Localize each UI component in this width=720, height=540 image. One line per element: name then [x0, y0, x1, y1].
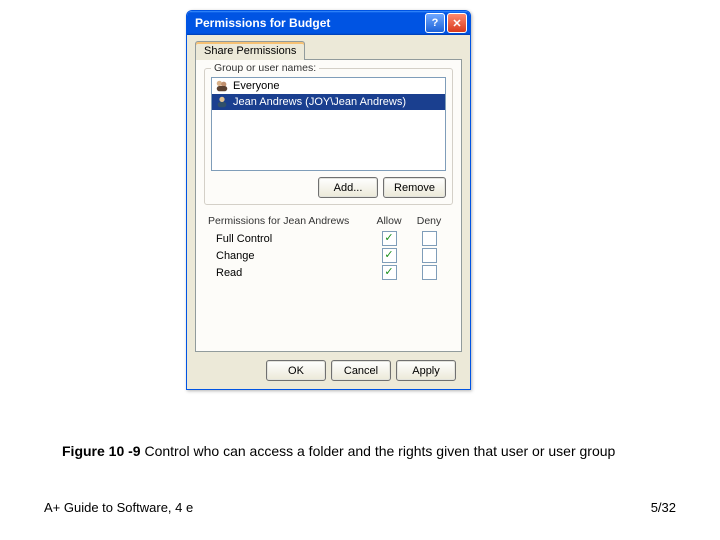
tab-panel: Group or user names: Everyone Jean Andre…	[195, 59, 462, 352]
group-icon	[215, 79, 229, 93]
permissions-dialog: Permissions for Budget ? ✕ Share Permiss…	[186, 10, 471, 390]
permission-name: Full Control	[208, 233, 369, 245]
permissions-for-label: Permissions for Jean Andrews	[208, 215, 369, 227]
titlebar[interactable]: Permissions for Budget ? ✕	[187, 11, 470, 35]
group-user-names-label: Group or user names:	[211, 62, 319, 74]
permission-row: Full Control ✓	[204, 230, 453, 247]
help-button[interactable]: ?	[425, 13, 445, 33]
allow-checkbox[interactable]: ✓	[382, 231, 397, 246]
figure-caption: Figure 10 -9 Control who can access a fo…	[62, 442, 644, 460]
permission-name: Read	[208, 267, 369, 279]
ok-button[interactable]: OK	[266, 360, 326, 381]
allow-checkbox[interactable]: ✓	[382, 248, 397, 263]
remove-button[interactable]: Remove	[383, 177, 446, 198]
permission-row: Read ✓	[204, 264, 453, 281]
col-allow-label: Allow	[369, 215, 409, 227]
deny-checkbox[interactable]	[422, 231, 437, 246]
permission-row: Change ✓	[204, 247, 453, 264]
close-button[interactable]: ✕	[447, 13, 467, 33]
permissions-header: Permissions for Jean Andrews Allow Deny	[204, 213, 453, 230]
allow-checkbox[interactable]: ✓	[382, 265, 397, 280]
user-icon	[215, 95, 229, 109]
figure-text: Control who can access a folder and the …	[141, 443, 616, 459]
add-button[interactable]: Add...	[318, 177, 378, 198]
deny-checkbox[interactable]	[422, 248, 437, 263]
col-deny-label: Deny	[409, 215, 449, 227]
list-item[interactable]: Everyone	[212, 78, 445, 94]
footer-book-title: A+ Guide to Software, 4 e	[44, 500, 193, 515]
permission-name: Change	[208, 250, 369, 262]
apply-button[interactable]: Apply	[396, 360, 456, 381]
deny-checkbox[interactable]	[422, 265, 437, 280]
cancel-button[interactable]: Cancel	[331, 360, 391, 381]
group-user-names-box: Group or user names: Everyone Jean Andre…	[204, 68, 453, 205]
list-item-label: Jean Andrews (JOY\Jean Andrews)	[233, 96, 406, 108]
tab-share-permissions[interactable]: Share Permissions	[195, 41, 305, 60]
list-item[interactable]: Jean Andrews (JOY\Jean Andrews)	[212, 94, 445, 110]
window-title: Permissions for Budget	[195, 16, 423, 30]
figure-number: Figure 10 -9	[62, 443, 141, 459]
user-listbox[interactable]: Everyone Jean Andrews (JOY\Jean Andrews)	[211, 77, 446, 171]
footer-page-number: 5/32	[651, 500, 676, 515]
list-item-label: Everyone	[233, 80, 279, 92]
